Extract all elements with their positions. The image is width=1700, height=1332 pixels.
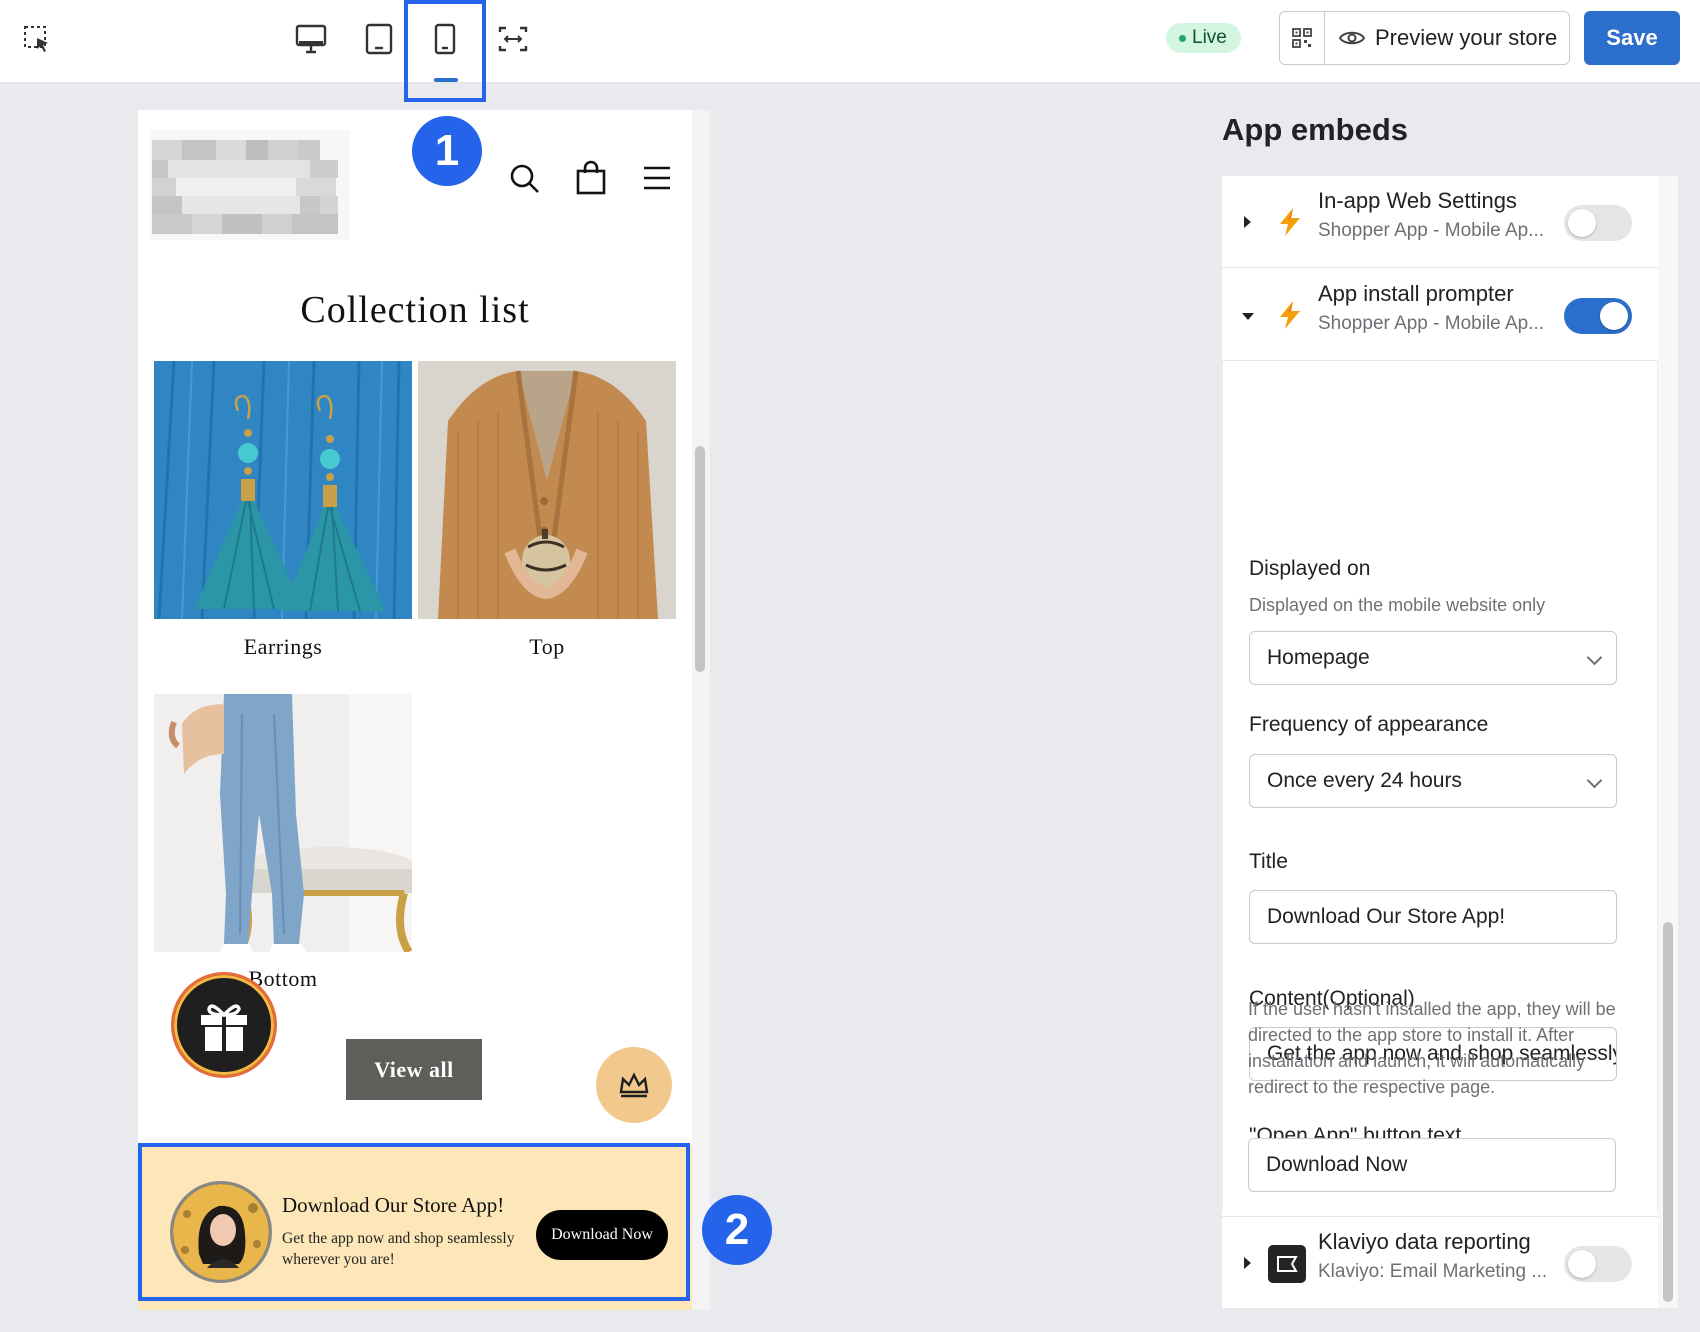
embed-row-in-app-web-settings[interactable]: In-app Web Settings Shopper App - Mobile… xyxy=(1222,176,1658,268)
embed-app-name: Shopper App - Mobile Ap... xyxy=(1318,220,1545,241)
shopper-app-icon xyxy=(1274,299,1306,331)
displayed-on-select[interactable]: Homepage xyxy=(1249,631,1617,685)
expand-caret-icon[interactable] xyxy=(1244,1257,1251,1269)
fullscreen-icon[interactable] xyxy=(488,14,538,64)
open-app-button-text-input[interactable]: Download Now xyxy=(1248,1138,1616,1192)
frequency-label: Frequency of appearance xyxy=(1249,713,1489,736)
app-embeds-panel: In-app Web Settings Shopper App - Mobile… xyxy=(1222,176,1678,1308)
mobile-device-highlight xyxy=(404,0,486,102)
chevron-down-icon xyxy=(1586,649,1603,666)
select-cursor-icon[interactable] xyxy=(12,14,62,64)
settings-scrollbar-thumb[interactable] xyxy=(1663,922,1673,1302)
frequency-select[interactable]: Once every 24 hours xyxy=(1249,754,1617,808)
view-all-button[interactable]: View all xyxy=(346,1039,482,1100)
banner-highlight xyxy=(138,1143,690,1301)
editor-toolbar: Live Preview your store Save xyxy=(0,0,1700,83)
collapse-caret-icon[interactable] xyxy=(1242,313,1254,320)
app-embeds-title: App embeds xyxy=(1222,112,1409,147)
eye-icon xyxy=(1339,31,1365,45)
settings-scrollbar[interactable] xyxy=(1658,176,1678,1308)
gift-icon xyxy=(201,1004,247,1051)
top-image xyxy=(418,361,676,619)
content-label: Content(Optional) xyxy=(1249,987,1415,1010)
store-logo[interactable] xyxy=(150,130,350,240)
embed-name: App install prompter xyxy=(1318,281,1514,306)
collection-tile-bottom[interactable] xyxy=(154,694,412,952)
step-marker-1: 1 xyxy=(412,116,482,186)
expand-caret-icon[interactable] xyxy=(1244,216,1251,228)
desktop-icon[interactable] xyxy=(286,14,336,64)
step-marker-2: 2 xyxy=(702,1195,772,1265)
cart-icon[interactable] xyxy=(574,160,608,201)
live-status-badge: Live xyxy=(1166,23,1241,53)
embed-row-app-install-prompter[interactable]: App install prompter Shopper App - Mobil… xyxy=(1222,269,1658,361)
embed-name: In-app Web Settings xyxy=(1318,188,1517,213)
preview-store-button[interactable]: Preview your store xyxy=(1325,12,1569,64)
embed-toggle-klaviyo[interactable] xyxy=(1564,1246,1632,1282)
embed-toggle-app-install-prompter[interactable] xyxy=(1564,298,1632,334)
collection-list-title: Collection list xyxy=(300,289,530,331)
crown-icon xyxy=(619,1072,649,1098)
preview-button-group: Preview your store xyxy=(1279,11,1571,65)
preview-store-label: Preview your store xyxy=(1375,25,1558,50)
collection-label-top[interactable]: Top xyxy=(418,634,676,660)
embed-app-name: Shopper App - Mobile Ap... xyxy=(1318,313,1545,334)
shopper-app-icon xyxy=(1274,206,1306,238)
qr-code-button[interactable] xyxy=(1280,12,1325,64)
content-input[interactable]: Get the app now and shop seamlessly wher… xyxy=(1249,1027,1617,1081)
embed-toggle-in-app-web-settings[interactable] xyxy=(1564,205,1632,241)
qr-code-icon xyxy=(1292,28,1312,48)
mobile-store-preview: Collection list Earrings Top Bottom View… xyxy=(138,110,710,1310)
embed-row-klaviyo[interactable]: Klaviyo data reporting Klaviyo: Email Ma… xyxy=(1222,1216,1658,1308)
klaviyo-icon xyxy=(1268,1245,1306,1283)
search-icon[interactable] xyxy=(508,162,542,201)
preview-scrollbar-thumb[interactable] xyxy=(695,446,705,672)
title-input[interactable]: Download Our Store App! xyxy=(1249,890,1617,944)
save-button[interactable]: Save xyxy=(1584,11,1680,65)
tablet-icon[interactable] xyxy=(354,14,404,64)
collection-label-earrings[interactable]: Earrings xyxy=(154,634,412,660)
app-install-prompter-settings: Displayed on Displayed on the mobile web… xyxy=(1222,361,1658,1211)
displayed-on-help: Displayed on the mobile website only xyxy=(1249,595,1546,615)
loyalty-button[interactable] xyxy=(596,1047,672,1123)
displayed-on-label-text: Displayed on xyxy=(1249,557,1371,580)
earrings-image xyxy=(154,361,412,619)
collection-tile-earrings[interactable] xyxy=(154,361,412,619)
displayed-on-value: Homepage xyxy=(1267,646,1370,669)
title-label: Title xyxy=(1249,850,1288,873)
frequency-value: Once every 24 hours xyxy=(1267,769,1462,792)
menu-icon[interactable] xyxy=(642,164,672,197)
chevron-down-icon xyxy=(1586,772,1603,789)
preview-scrollbar[interactable] xyxy=(692,110,710,1310)
embed-name: Klaviyo data reporting xyxy=(1318,1229,1531,1254)
gift-button[interactable] xyxy=(171,972,277,1078)
collection-tile-top[interactable] xyxy=(418,361,676,619)
bottom-image xyxy=(154,694,412,952)
embed-app-name: Klaviyo: Email Marketing ... xyxy=(1318,1261,1548,1282)
